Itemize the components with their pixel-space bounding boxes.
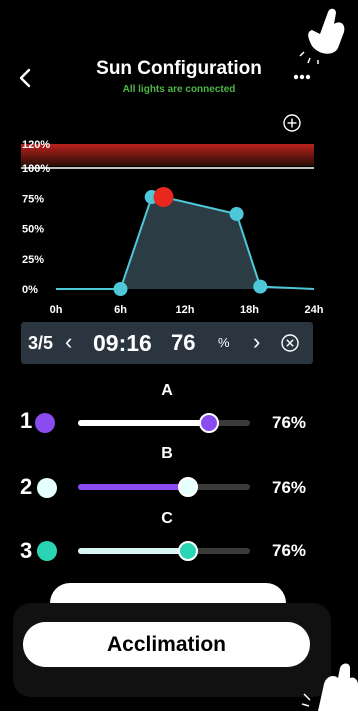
slider-fill: [78, 484, 189, 490]
channel-color-dot: [37, 478, 57, 498]
slider-fill: [78, 548, 189, 554]
x-tick-label: 0h: [50, 304, 63, 316]
point-index: 3/5: [28, 333, 54, 353]
slider-handle-b[interactable]: [178, 477, 199, 497]
channel-color-dot: [37, 541, 57, 561]
time-point-control: 3/5 ‹ 09:16 76 % ›: [21, 322, 313, 364]
x-tick-label: 18h: [240, 304, 259, 316]
connection-status: All lights are connected: [122, 84, 236, 95]
channel-value-b: 76%: [272, 478, 307, 497]
add-point-icon[interactable]: [282, 113, 302, 133]
slider-handle-a[interactable]: [198, 413, 219, 433]
channel-color-dot: [35, 413, 55, 433]
tap-hand-icon: [301, 663, 358, 711]
channel-value-a: 76%: [272, 413, 307, 432]
time-value[interactable]: 09:16: [93, 322, 152, 364]
channel-label-a: A: [161, 382, 173, 399]
chart-point[interactable]: [113, 282, 128, 296]
y-tick-label: 75%: [22, 193, 44, 205]
y-tick-label: 0%: [22, 284, 38, 296]
y-tick-label: 120%: [22, 139, 50, 151]
slider-fill: [78, 420, 209, 426]
x-tick-label: 6h: [114, 304, 127, 316]
channel-label-b: B: [161, 445, 173, 462]
next-point-button[interactable]: ›: [253, 322, 267, 364]
tap-hand-icon: [299, 8, 345, 64]
x-tick-label: 24h: [305, 304, 324, 316]
unit-label: %: [218, 335, 230, 350]
y-tick-label: 50%: [22, 224, 44, 236]
channel-number-1: 1: [20, 408, 33, 433]
over-range-band: [21, 144, 314, 166]
slider-handle-c[interactable]: [178, 541, 199, 561]
delete-point-icon[interactable]: [280, 333, 300, 353]
previous-point-button[interactable]: ‹: [65, 322, 79, 364]
acclimation-button[interactable]: Acclimation: [23, 622, 310, 667]
intensity-chart[interactable]: 0% 25% 50% 75% 100% 120% 0h 6h 12h 18h 24h: [0, 136, 358, 320]
channel-slider-a[interactable]: [78, 420, 250, 426]
intensity-value[interactable]: 76: [171, 322, 195, 364]
channel-slider-c[interactable]: [78, 548, 250, 554]
more-options-icon[interactable]: [292, 70, 312, 82]
channel-slider-b[interactable]: [78, 484, 250, 490]
selected-chart-point[interactable]: [153, 187, 174, 208]
channel-number-2: 2: [20, 474, 33, 499]
y-tick-label: 25%: [22, 254, 44, 266]
chart-point[interactable]: [229, 206, 244, 221]
channel-label-c: C: [161, 510, 173, 527]
x-tick-label: 12h: [176, 304, 195, 316]
chart-point[interactable]: [253, 279, 268, 294]
channel-value-c: 76%: [272, 541, 307, 560]
y-tick-label: 100%: [22, 163, 50, 175]
intensity-area: [56, 197, 314, 289]
channel-number-3: 3: [20, 538, 33, 563]
